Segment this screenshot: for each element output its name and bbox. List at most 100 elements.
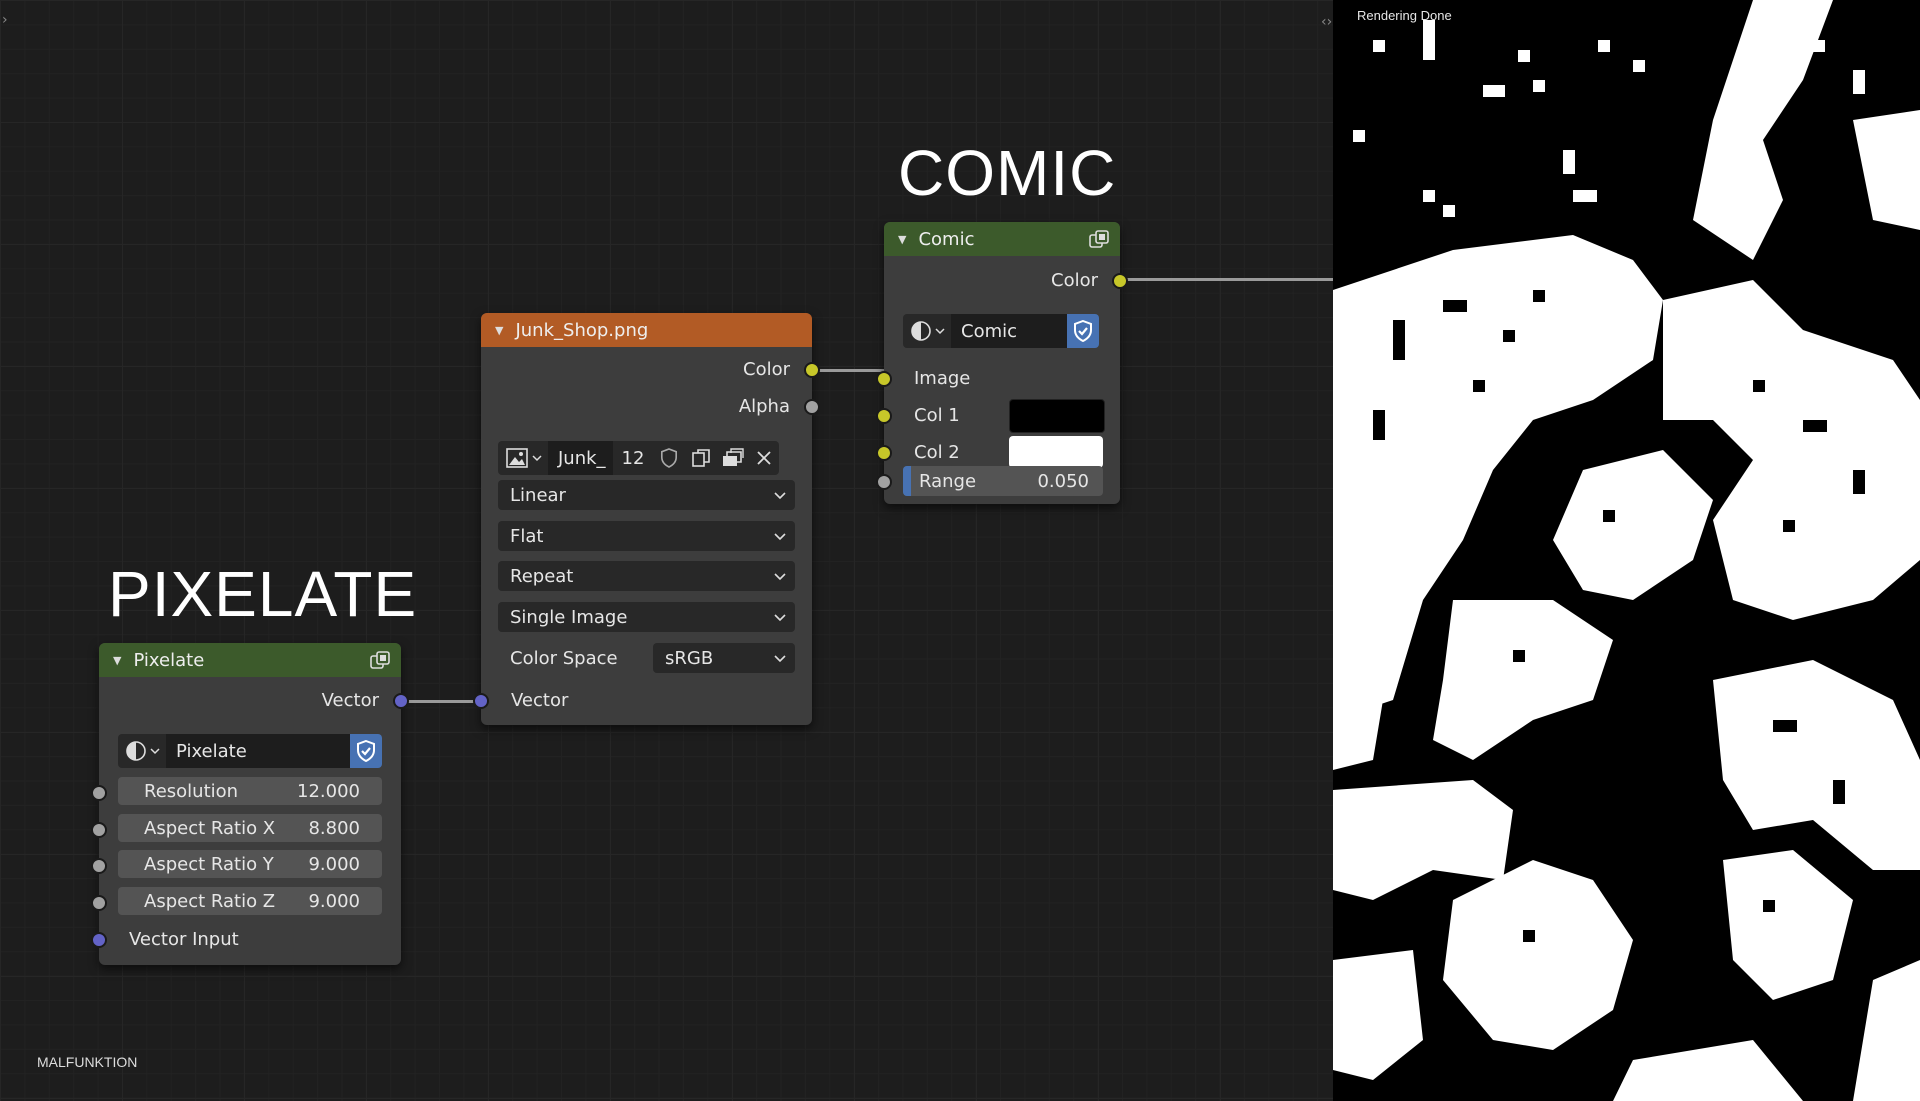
fake-user-shield-button[interactable] bbox=[1067, 314, 1099, 348]
aspect-ratio-z-field[interactable]: Aspect Ratio Z 9.000 bbox=[118, 887, 382, 915]
comic-image-input-socket[interactable] bbox=[876, 371, 892, 387]
pixelate-node-header[interactable]: ▼ Pixelate bbox=[99, 643, 401, 677]
aspect-ratio-x-field[interactable]: Aspect Ratio X 8.800 bbox=[118, 814, 382, 842]
render-preview bbox=[1333, 0, 1920, 1101]
watermark: MALFUNKTION bbox=[37, 1054, 138, 1070]
chevron-down-icon bbox=[774, 533, 786, 541]
open-image-button[interactable] bbox=[717, 441, 749, 475]
comic-range-value: 0.050 bbox=[1037, 470, 1089, 492]
comic-output-color-label: Color bbox=[1051, 269, 1098, 291]
comic-node-title: Comic bbox=[918, 228, 975, 250]
projection-value: Flat bbox=[510, 525, 544, 547]
comic-col1-label: Col 1 bbox=[914, 404, 960, 426]
pixelate-output-vector-label: Vector bbox=[321, 689, 379, 711]
frame-label-pixelate: PIXELATE bbox=[108, 558, 418, 630]
nodegroup-browse-button[interactable] bbox=[903, 314, 951, 348]
comic-node[interactable]: ▼ Comic Color Comic Image Col 1 Col 2 Ra… bbox=[876, 222, 1128, 504]
comic-col1-input-socket[interactable] bbox=[876, 408, 892, 424]
nodetree-icon bbox=[910, 321, 931, 341]
extension-value: Repeat bbox=[510, 565, 574, 587]
image-output-alpha-label: Alpha bbox=[738, 395, 790, 417]
aspect-ratio-y-label: Aspect Ratio Y bbox=[144, 853, 274, 875]
nodegroup-browse-button[interactable] bbox=[118, 734, 166, 768]
collapse-triangle-icon[interactable]: ▼ bbox=[495, 324, 503, 337]
link-image-color-to-comic bbox=[812, 369, 884, 372]
comic-col1-swatch[interactable] bbox=[1009, 399, 1105, 433]
comic-output-color-socket[interactable] bbox=[1112, 273, 1128, 289]
comic-range-slider[interactable]: Range 0.050 bbox=[903, 466, 1103, 496]
comic-nodegroup-name[interactable]: Comic bbox=[951, 314, 1067, 348]
aspect-ratio-z-value: 9.000 bbox=[308, 890, 360, 912]
node-editor-canvas[interactable]: › COMIC PIXELATE ▼ Comic Color Comic Ima… bbox=[0, 0, 1333, 1101]
left-panel-toggle-icon[interactable]: › bbox=[2, 12, 8, 28]
collapse-triangle-icon[interactable]: ▼ bbox=[113, 654, 121, 667]
frame-label-comic: COMIC bbox=[898, 137, 1117, 209]
aspect-ratio-y-value: 9.000 bbox=[308, 853, 360, 875]
source-value: Single Image bbox=[510, 606, 628, 628]
pixelate-node-title: Pixelate bbox=[133, 649, 205, 671]
pixelate-output-vector-socket[interactable] bbox=[393, 693, 409, 709]
pixelate-nodegroup-selector[interactable]: Pixelate bbox=[118, 734, 382, 768]
fake-user-shield-button[interactable] bbox=[350, 734, 382, 768]
comic-node-header[interactable]: ▼ Comic bbox=[884, 222, 1120, 256]
comic-col2-input-socket[interactable] bbox=[876, 445, 892, 461]
interpolation-dropdown[interactable]: Linear bbox=[498, 480, 795, 510]
area-split-handle-icon[interactable]: ‹› bbox=[1321, 14, 1332, 30]
image-datablock-selector[interactable]: Junk_ 12 bbox=[498, 441, 779, 475]
source-dropdown[interactable]: Single Image bbox=[498, 602, 795, 632]
unlink-image-button[interactable] bbox=[749, 441, 779, 475]
fake-user-shield-button[interactable] bbox=[653, 441, 685, 475]
comic-range-input-socket[interactable] bbox=[876, 474, 892, 490]
image-vector-input-socket[interactable] bbox=[473, 693, 489, 709]
comic-col2-label: Col 2 bbox=[914, 441, 960, 463]
resolution-input-socket[interactable] bbox=[91, 785, 107, 801]
link-comic-to-output bbox=[1120, 278, 1333, 281]
node-group-icon[interactable] bbox=[369, 650, 391, 670]
extension-dropdown[interactable]: Repeat bbox=[498, 561, 795, 591]
image-output-alpha-socket[interactable] bbox=[804, 399, 820, 415]
comic-nodegroup-selector[interactable]: Comic bbox=[903, 314, 1099, 348]
image-texture-node[interactable]: ▼ Junk_Shop.png Color Alpha Junk_ 12 Lin… bbox=[473, 313, 820, 725]
node-group-icon[interactable] bbox=[1088, 229, 1110, 249]
colorspace-value: sRGB bbox=[665, 647, 714, 669]
nodetree-icon bbox=[125, 741, 146, 761]
image-output-color-socket[interactable] bbox=[804, 362, 820, 378]
chevron-down-icon bbox=[934, 328, 945, 335]
shield-icon bbox=[660, 448, 678, 468]
vector-input-socket[interactable] bbox=[91, 932, 107, 948]
duplicate-button[interactable] bbox=[685, 441, 717, 475]
colorspace-dropdown[interactable]: sRGB bbox=[653, 643, 795, 673]
vector-input-label: Vector Input bbox=[129, 928, 239, 950]
rendered-comic-image bbox=[1333, 0, 1920, 1101]
image-node-title: Junk_Shop.png bbox=[515, 319, 649, 341]
image-name-field[interactable]: Junk_ bbox=[548, 441, 613, 475]
aspect-ratio-x-input-socket[interactable] bbox=[91, 822, 107, 838]
comic-range-label: Range bbox=[919, 470, 977, 492]
aspect-ratio-z-input-socket[interactable] bbox=[91, 895, 107, 911]
chevron-down-icon bbox=[774, 655, 786, 663]
open-file-icon bbox=[723, 448, 744, 466]
collapse-triangle-icon[interactable]: ▼ bbox=[898, 233, 906, 246]
chevron-down-icon bbox=[774, 492, 786, 500]
aspect-ratio-y-input-socket[interactable] bbox=[91, 858, 107, 874]
chevron-down-icon bbox=[774, 573, 786, 581]
resolution-label: Resolution bbox=[144, 780, 239, 802]
image-node-header[interactable]: ▼ Junk_Shop.png bbox=[481, 313, 812, 347]
shield-check-icon bbox=[1074, 320, 1092, 342]
aspect-ratio-y-field[interactable]: Aspect Ratio Y 9.000 bbox=[118, 850, 382, 878]
image-users-count[interactable]: 12 bbox=[613, 441, 653, 475]
pixelate-node[interactable]: ▼ Pixelate Vector Pixelate Resolution 12… bbox=[91, 643, 409, 965]
comic-image-input-label: Image bbox=[914, 367, 971, 389]
render-status-text: Rendering Done bbox=[1357, 8, 1452, 23]
projection-dropdown[interactable]: Flat bbox=[498, 521, 795, 551]
aspect-ratio-x-label: Aspect Ratio X bbox=[144, 817, 276, 839]
image-browse-button[interactable] bbox=[498, 441, 548, 475]
pixelate-nodegroup-name[interactable]: Pixelate bbox=[166, 734, 350, 768]
interpolation-value: Linear bbox=[510, 484, 566, 506]
resolution-field[interactable]: Resolution 12.000 bbox=[118, 777, 382, 805]
comic-col2-swatch[interactable] bbox=[1009, 436, 1103, 468]
close-icon bbox=[757, 451, 771, 465]
aspect-ratio-z-label: Aspect Ratio Z bbox=[144, 890, 276, 912]
chevron-down-icon bbox=[774, 614, 786, 622]
image-output-color-label: Color bbox=[743, 358, 790, 380]
